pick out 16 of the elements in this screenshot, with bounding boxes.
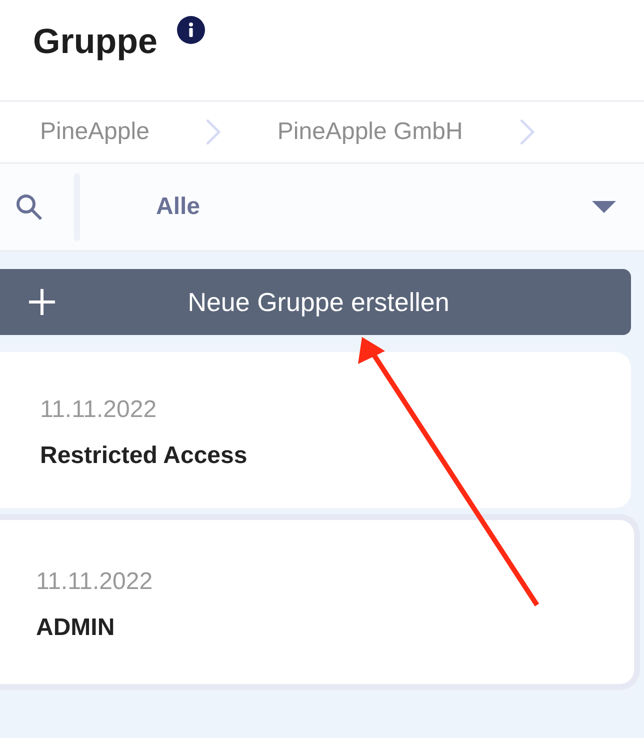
group-card[interactable]: 11.11.2022 ADMIN xyxy=(0,514,640,690)
info-icon[interactable] xyxy=(177,16,206,44)
search-icon[interactable] xyxy=(14,192,44,222)
group-name: ADMIN xyxy=(36,614,116,642)
chevron-right-icon xyxy=(518,118,535,146)
group-date: 11.11.2022 xyxy=(36,568,154,596)
group-date: 11.11.2022 xyxy=(40,396,158,424)
breadcrumb-item[interactable]: PineApple GmbH xyxy=(277,118,463,146)
caret-down-icon xyxy=(592,201,616,213)
create-group-button[interactable]: Neue Gruppe erstellen xyxy=(0,269,631,335)
page-title: Gruppe xyxy=(33,22,158,62)
chevron-right-icon xyxy=(205,118,222,146)
group-name: Restricted Access xyxy=(40,442,248,470)
group-card[interactable]: 11.11.2022 Restricted Access xyxy=(0,352,631,508)
breadcrumb-item[interactable]: PineApple xyxy=(40,118,150,146)
plus-icon xyxy=(28,288,56,316)
